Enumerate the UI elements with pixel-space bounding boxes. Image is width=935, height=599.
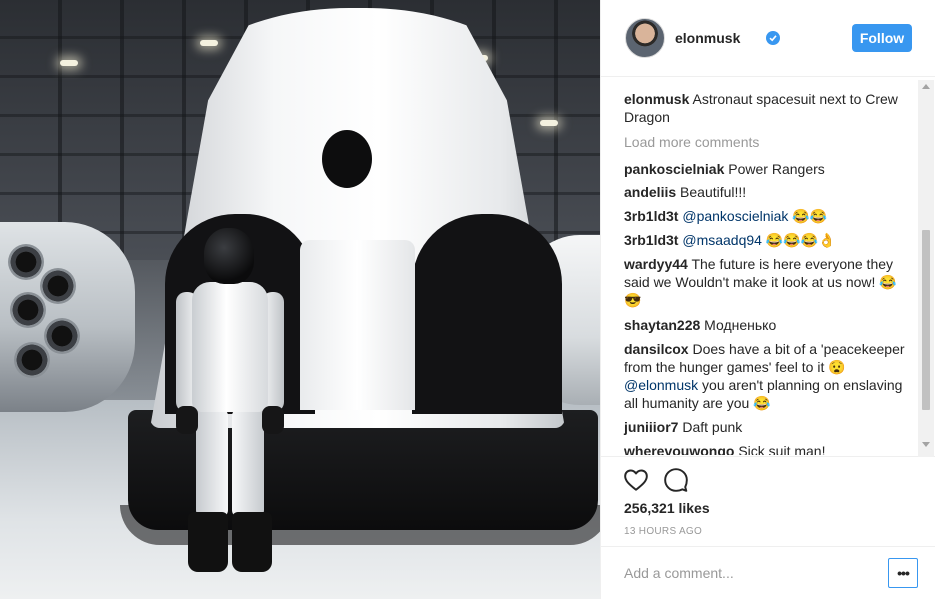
comment-username[interactable]: juniiior7 bbox=[624, 419, 678, 435]
list-item: 3rb1ld3t @pankoscielniak 😂😂 bbox=[624, 207, 914, 225]
list-item: wardyy44 The future is here everyone the… bbox=[624, 255, 914, 309]
comment-text: Power Rangers bbox=[724, 161, 825, 177]
comments-list[interactable]: elonmusk Astronaut spacesuit next to Cre… bbox=[601, 77, 935, 455]
ceiling-light bbox=[60, 60, 78, 66]
scroll-down-arrow-icon[interactable] bbox=[922, 442, 930, 447]
comment-username[interactable]: andeliis bbox=[624, 184, 676, 200]
rocket-booster-left bbox=[0, 222, 135, 412]
post-actions: 256,321 likes 13 HOURS AGO bbox=[601, 456, 935, 546]
astronaut-boot bbox=[188, 512, 228, 572]
comment-username[interactable]: wardyy44 bbox=[624, 256, 688, 272]
ceiling-light bbox=[200, 40, 218, 46]
astronaut-torso bbox=[192, 282, 268, 412]
post-details-panel: elonmusk Follow elonmusk Astronaut space… bbox=[600, 0, 935, 599]
list-item: juniiior7 Daft punk bbox=[624, 418, 914, 436]
rocket-engine bbox=[10, 292, 46, 328]
comment-mention[interactable]: @msaadq94 bbox=[682, 232, 762, 248]
list-item: andeliis Beautiful!!! bbox=[624, 183, 914, 201]
astronaut-spacesuit bbox=[170, 228, 290, 588]
list-item: shaytan228 Модненько bbox=[624, 316, 914, 334]
verified-badge-icon bbox=[766, 31, 780, 45]
capsule-center-panel bbox=[300, 240, 415, 410]
comment-text: Daft punk bbox=[678, 419, 743, 435]
caption: elonmusk Astronaut spacesuit next to Cre… bbox=[624, 90, 914, 126]
capsule-arch-right bbox=[412, 214, 562, 414]
comment-username[interactable]: 3rb1ld3t bbox=[624, 208, 678, 224]
rocket-engine bbox=[14, 342, 50, 378]
rocket-engine bbox=[40, 268, 76, 304]
astronaut-glove bbox=[262, 406, 284, 434]
post-timestamp[interactable]: 13 HOURS AGO bbox=[624, 526, 702, 537]
add-comment-bar: ••• bbox=[601, 546, 935, 599]
list-item: wherevouwongo Sick suit man! bbox=[624, 442, 914, 455]
astronaut-glove bbox=[176, 406, 198, 434]
capsule-window bbox=[322, 130, 372, 188]
post-image[interactable] bbox=[0, 0, 600, 599]
astronaut-leg bbox=[196, 408, 228, 518]
more-options-icon[interactable]: ••• bbox=[888, 558, 918, 588]
scrollbar-thumb[interactable] bbox=[922, 230, 930, 410]
list-item: 3rb1ld3t @msaadq94 😂😂😂👌 bbox=[624, 231, 914, 249]
comment-mention[interactable]: @pankoscielniak bbox=[682, 208, 788, 224]
heart-icon[interactable] bbox=[623, 467, 651, 495]
comment-username[interactable]: shaytan228 bbox=[624, 317, 700, 333]
load-more-comments-link[interactable]: Load more comments bbox=[624, 134, 759, 150]
list-item: dansilcox Does have a bit of a 'peacekee… bbox=[624, 340, 914, 412]
comment-mention[interactable]: @elonmusk bbox=[624, 377, 698, 393]
comment-text: Модненько bbox=[700, 317, 777, 333]
astronaut-boot bbox=[232, 512, 272, 572]
caption-username[interactable]: elonmusk bbox=[624, 91, 689, 107]
avatar[interactable] bbox=[625, 18, 665, 58]
rocket-engine bbox=[44, 318, 80, 354]
rocket-engine bbox=[8, 244, 44, 280]
comment-username[interactable]: 3rb1ld3t bbox=[624, 232, 678, 248]
comment-username[interactable]: wherevouwongo bbox=[624, 443, 734, 455]
astronaut-helmet bbox=[204, 228, 254, 284]
comment-username[interactable]: pankoscielniak bbox=[624, 161, 724, 177]
comment-text: Beautiful!!! bbox=[676, 184, 747, 200]
comment-input[interactable] bbox=[624, 562, 874, 584]
comment-text: 😂😂😂👌 bbox=[761, 232, 836, 248]
ceiling-light bbox=[540, 120, 558, 126]
author-username[interactable]: elonmusk bbox=[675, 30, 740, 46]
comment-username[interactable]: dansilcox bbox=[624, 341, 689, 357]
likes-count[interactable]: 256,321 likes bbox=[624, 500, 710, 516]
astronaut-leg bbox=[232, 408, 264, 518]
list-item: pankoscielniak Power Rangers bbox=[624, 160, 914, 178]
comment-icon[interactable] bbox=[663, 467, 691, 495]
comment-text: Sick suit man! bbox=[734, 443, 826, 455]
post-header: elonmusk Follow bbox=[601, 0, 935, 77]
follow-button[interactable]: Follow bbox=[852, 24, 912, 52]
scroll-up-arrow-icon[interactable] bbox=[922, 84, 930, 89]
comments-scrollbar[interactable] bbox=[918, 80, 934, 457]
comment-text: 😂😂 bbox=[788, 208, 828, 224]
